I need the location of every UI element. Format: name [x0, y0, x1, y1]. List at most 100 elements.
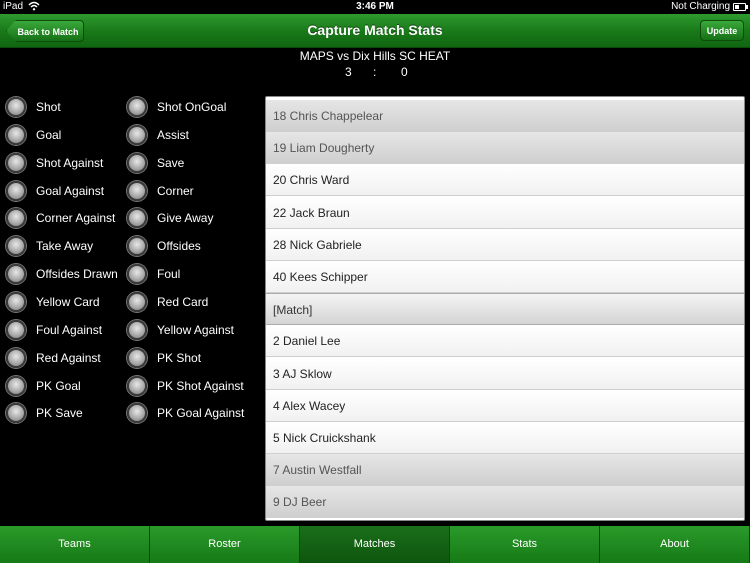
stat-option[interactable]: Goal Against	[6, 181, 104, 201]
radio-button-icon[interactable]	[6, 208, 26, 228]
stat-option-label: PK Shot Against	[157, 379, 244, 393]
radio-button-icon[interactable]	[6, 376, 26, 396]
radio-button-icon[interactable]	[6, 153, 26, 173]
radio-button-icon[interactable]	[127, 97, 147, 117]
list-item[interactable]: 9 DJ Beer	[266, 486, 744, 519]
radio-button-icon[interactable]	[127, 153, 147, 173]
update-button[interactable]: Update	[700, 20, 744, 41]
radio-button-icon[interactable]	[6, 125, 26, 145]
stat-option-label: Red Against	[36, 351, 101, 365]
stat-option-label: Shot OnGoal	[157, 100, 227, 114]
stat-option[interactable]: Foul	[127, 264, 180, 284]
list-item[interactable]: 19 Liam Dougherty	[266, 132, 744, 165]
battery-icon	[733, 3, 748, 11]
stat-option[interactable]: Offsides Drawn	[6, 264, 118, 284]
stat-option[interactable]: PK Shot	[127, 348, 201, 368]
radio-button-icon[interactable]	[6, 236, 26, 256]
stat-option-label: Foul	[157, 267, 181, 281]
tab-bar: Teams Roster Matches Stats About	[0, 526, 750, 563]
stat-option-label: Give Away	[157, 211, 214, 225]
stat-option[interactable]: Red Against	[6, 348, 101, 368]
radio-button-icon[interactable]	[127, 208, 147, 228]
stat-option[interactable]: PK Goal Against	[127, 403, 244, 423]
radio-button-icon[interactable]	[6, 320, 26, 340]
home-score: 3	[345, 65, 352, 79]
stat-option-label: Assist	[157, 128, 190, 142]
stat-option-label: Goal	[36, 128, 62, 142]
stat-option[interactable]: Give Away	[127, 208, 213, 228]
stat-option-label: Yellow Against	[157, 323, 234, 337]
player-list[interactable]: 18 Chris Chappelear 19 Liam Dougherty 20 C…	[265, 96, 745, 521]
radio-button-icon[interactable]	[127, 236, 147, 256]
list-item[interactable]: 2 Daniel Lee	[266, 325, 744, 358]
tab-about[interactable]: About	[600, 526, 750, 563]
radio-button-icon[interactable]	[6, 97, 26, 117]
stat-option-label: Red Card	[157, 295, 209, 309]
section-header: [Match]	[266, 293, 744, 326]
stat-option[interactable]: Offsides	[127, 236, 201, 256]
radio-button-icon[interactable]	[127, 181, 147, 201]
stat-option[interactable]: Shot Against	[6, 153, 103, 173]
list-item[interactable]: 18 Chris Chappelear	[266, 100, 744, 132]
page-title: Capture Match Stats	[307, 22, 443, 38]
back-to-match-button[interactable]: Back to Match	[6, 20, 84, 42]
list-item[interactable]: 4 Alex Wacey	[266, 389, 744, 422]
stat-option-label: Offsides Drawn	[36, 267, 118, 281]
away-score: 0	[401, 65, 408, 79]
radio-button-icon[interactable]	[127, 403, 147, 423]
stat-option-label: PK Goal Against	[157, 406, 245, 420]
stat-option[interactable]: PK Shot Against	[127, 376, 244, 396]
stat-option[interactable]: PK Goal	[6, 376, 81, 396]
stat-option[interactable]: Goal	[6, 125, 61, 145]
stat-option[interactable]: Save	[127, 153, 184, 173]
stat-option-label: Corner	[157, 184, 194, 198]
nav-bar: Capture Match Stats Back to Match Update	[0, 14, 750, 48]
stat-option[interactable]: Red Card	[127, 292, 208, 312]
stat-option[interactable]: Yellow Card	[6, 292, 100, 312]
radio-button-icon[interactable]	[127, 348, 147, 368]
stat-option[interactable]: Assist	[127, 125, 189, 145]
radio-button-icon[interactable]	[6, 181, 26, 201]
radio-button-icon[interactable]	[127, 292, 147, 312]
stat-option[interactable]: Corner Against	[6, 208, 115, 228]
list-item[interactable]: 3 AJ Sklow	[266, 357, 744, 390]
radio-button-icon[interactable]	[127, 320, 147, 340]
radio-button-icon[interactable]	[127, 264, 147, 284]
tab-stats[interactable]: Stats	[450, 526, 600, 563]
stat-option[interactable]: Yellow Against	[127, 320, 234, 340]
score-separator: :	[373, 65, 377, 79]
stat-option[interactable]: Foul Against	[6, 320, 102, 340]
radio-button-icon[interactable]	[6, 264, 26, 284]
stat-option-label: PK Save	[36, 406, 83, 420]
charging-status: Not Charging	[671, 1, 730, 12]
radio-button-icon[interactable]	[6, 348, 26, 368]
tab-teams[interactable]: Teams	[0, 526, 150, 563]
radio-button-icon[interactable]	[6, 292, 26, 312]
stat-option-label: Yellow Card	[36, 295, 100, 309]
stat-option[interactable]: Shot OnGoal	[127, 97, 226, 117]
stat-option-label: Take Away	[36, 239, 94, 253]
list-item[interactable]: 20 Chris Ward	[266, 164, 744, 197]
tab-roster[interactable]: Roster	[150, 526, 300, 563]
stat-option-label: Shot	[36, 100, 61, 114]
radio-button-icon[interactable]	[6, 403, 26, 423]
tab-matches[interactable]: Matches	[300, 526, 450, 563]
list-item[interactable]: 5 Nick Cruickshank	[266, 422, 744, 454]
status-bar: iPad 3:46 PM Not Charging	[0, 0, 750, 14]
stat-option[interactable]: Shot	[6, 97, 61, 117]
stat-option[interactable]: Take Away	[6, 236, 93, 256]
stat-option-label: Shot Against	[36, 156, 104, 170]
stat-option-label: PK Goal	[36, 379, 81, 393]
list-item[interactable]: 40 Kees Schipper	[266, 261, 744, 293]
stat-option-label: PK Shot	[157, 351, 202, 365]
stat-option-label: Save	[157, 156, 185, 170]
list-item[interactable]: 28 Nick Gabriele	[266, 228, 744, 261]
radio-button-icon[interactable]	[127, 125, 147, 145]
list-item[interactable]: 7 Austin Westfall	[266, 454, 744, 487]
stat-option[interactable]: PK Save	[6, 403, 83, 423]
radio-button-icon[interactable]	[127, 376, 147, 396]
stat-option-label: Corner Against	[36, 211, 116, 225]
list-item[interactable]: 22 Jack Braun	[266, 196, 744, 229]
stat-option[interactable]: Corner	[127, 181, 194, 201]
match-title: MAPS vs Dix Hills SC HEAT	[299, 49, 451, 63]
